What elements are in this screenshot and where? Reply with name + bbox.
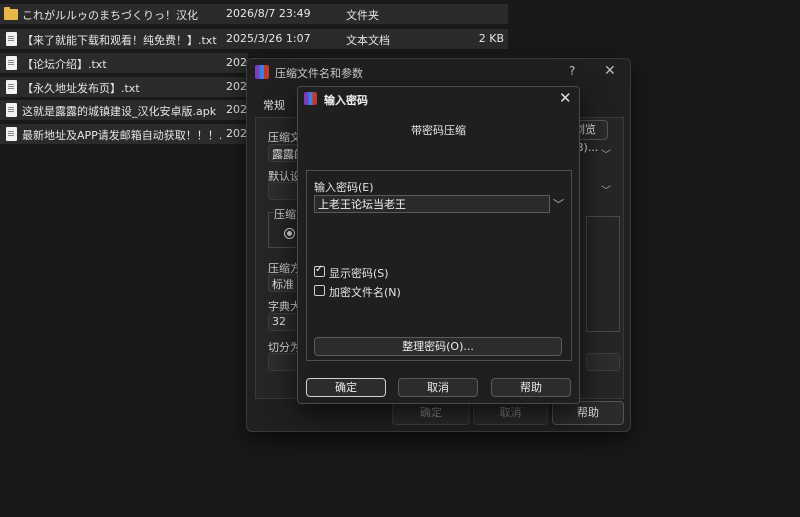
show-password-checkbox[interactable]	[314, 264, 325, 277]
options-group	[586, 216, 620, 332]
winrar-icon	[304, 92, 317, 105]
tab-general[interactable]: 常规	[263, 97, 285, 113]
file-date: 2025/3/26 1:07	[226, 32, 311, 45]
document-icon	[6, 103, 17, 117]
file-date: 2025	[226, 56, 246, 69]
file-row[interactable]: 【永久地址发布页】.txt 2025	[0, 77, 248, 97]
dialog-titlebar[interactable]: 压缩文件名和参数 ? ✕	[247, 59, 630, 85]
help-button[interactable]: 帮助	[491, 378, 571, 397]
file-row[interactable]: 这就是露露的城镇建设_汉化安卓版.apk 2026	[0, 100, 248, 120]
file-name: これがルルゥのまちづくりっ！汉化	[22, 9, 198, 22]
file-name: 【论坛介绍】.txt	[22, 58, 107, 71]
ok-button[interactable]: 确定	[392, 401, 470, 425]
format-radio[interactable]	[284, 228, 295, 239]
document-icon	[6, 32, 17, 46]
enter-password-dialog: 输入密码 ✕ 带密码压缩 输入密码(E) ﹀ 显示密码(S) 加密文件名(N) …	[297, 86, 580, 404]
help-icon[interactable]: ?	[569, 64, 575, 78]
file-size: 2 KB	[478, 32, 504, 45]
cancel-button[interactable]: 取消	[473, 401, 548, 425]
file-name: 最新地址及APP请发邮箱自动获取！！！....	[22, 129, 222, 142]
file-date: 2025	[226, 80, 246, 93]
password-label: 输入密码(E)	[314, 181, 374, 194]
split-unit-field[interactable]	[586, 353, 620, 371]
document-icon	[6, 127, 17, 141]
browse-button[interactable]: 浏览(B)...	[572, 120, 608, 154]
winrar-icon	[255, 65, 269, 79]
document-icon	[6, 56, 17, 70]
file-date: 2026/8/7 23:49	[226, 7, 311, 20]
file-name: 【来了就能下载和观看！纯免费！】.txt	[22, 34, 217, 47]
encrypt-filenames-label[interactable]: 加密文件名(N)	[329, 284, 401, 300]
organize-passwords-button[interactable]: 整理密码(O)...	[314, 337, 562, 356]
dialog-heading: 带密码压缩	[411, 124, 466, 137]
document-icon	[6, 80, 17, 94]
close-icon[interactable]: ✕	[559, 89, 572, 107]
file-row[interactable]: これがルルゥのまちづくりっ！汉化 2026/8/7 23:49 文件夹	[0, 4, 508, 24]
file-name: 这就是露露的城镇建设_汉化安卓版.apk	[22, 105, 217, 118]
encrypt-filenames-checkbox[interactable]	[314, 285, 325, 296]
close-icon[interactable]: ✕	[604, 63, 616, 79]
dialog-title: 输入密码	[324, 94, 368, 107]
password-input[interactable]	[314, 195, 550, 213]
show-password-label[interactable]: 显示密码(S)	[329, 265, 389, 281]
cancel-button[interactable]: 取消	[398, 378, 478, 397]
chevron-down-icon[interactable]: ﹀	[601, 146, 611, 161]
help-button[interactable]: 帮助	[552, 401, 624, 425]
folder-icon	[4, 7, 18, 20]
file-date: 2026	[226, 103, 246, 116]
file-row[interactable]: 【来了就能下载和观看！纯免费！】.txt 2025/3/26 1:07 文本文档…	[0, 29, 508, 49]
file-date: 2025	[226, 127, 246, 140]
file-type: 文件夹	[346, 9, 379, 22]
file-name: 【永久地址发布页】.txt	[22, 82, 140, 95]
chevron-down-icon[interactable]: ﹀	[601, 182, 611, 197]
file-type: 文本文档	[346, 34, 390, 47]
file-row[interactable]: 最新地址及APP请发邮箱自动获取！！！.... 2025	[0, 124, 248, 144]
chevron-down-icon[interactable]: ﹀	[553, 196, 564, 212]
dialog-title: 压缩文件名和参数	[275, 67, 363, 80]
dialog-titlebar[interactable]: 输入密码 ✕	[298, 87, 579, 109]
ok-button[interactable]: 确定	[306, 378, 386, 397]
file-row[interactable]: 【论坛介绍】.txt 2025	[0, 53, 248, 73]
